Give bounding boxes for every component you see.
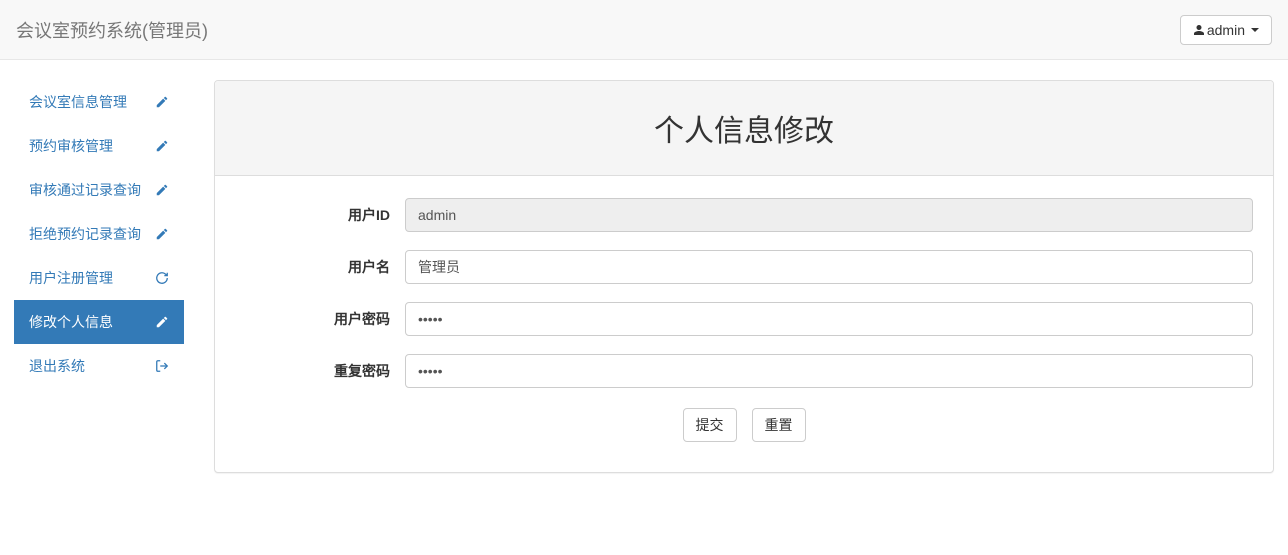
profile-form: 用户ID 用户名 用户密码 重复密码 — [230, 198, 1258, 442]
pencil-icon — [155, 95, 169, 109]
sidebar-item-label: 退出系统 — [29, 356, 85, 376]
form-group-password: 用户密码 — [230, 302, 1258, 336]
navbar-brand[interactable]: 会议室预约系统(管理员) — [16, 17, 208, 43]
sidebar-item-approved-records[interactable]: 审核通过记录查询 — [14, 168, 184, 212]
sidebar-item-label: 会议室信息管理 — [29, 92, 127, 112]
user-icon — [1193, 23, 1205, 37]
panel-body: 用户ID 用户名 用户密码 重复密码 — [215, 176, 1273, 472]
pencil-icon — [155, 315, 169, 329]
password-input[interactable] — [405, 302, 1253, 336]
profile-panel: 个人信息修改 用户ID 用户名 用户密码 — [214, 80, 1274, 473]
page-title: 个人信息修改 — [230, 106, 1258, 150]
sidebar-item-reservation-review[interactable]: 预约审核管理 — [14, 124, 184, 168]
sidebar-item-label: 拒绝预约记录查询 — [29, 224, 141, 244]
user-menu-button[interactable]: admin — [1180, 15, 1272, 45]
sidebar-item-logout[interactable]: 退出系统 — [14, 344, 184, 388]
user-name-label: 用户名 — [230, 257, 405, 277]
form-group-password-confirm: 重复密码 — [230, 354, 1258, 388]
sidebar-item-room-manage[interactable]: 会议室信息管理 — [14, 80, 184, 124]
user-id-label: 用户ID — [230, 205, 405, 225]
reset-button[interactable]: 重置 — [752, 408, 806, 442]
pencil-icon — [155, 139, 169, 153]
sidebar-item-label: 预约审核管理 — [29, 136, 113, 156]
sidebar-item-user-registration[interactable]: 用户注册管理 — [14, 256, 184, 300]
form-actions: 提交 重置 — [230, 408, 1258, 442]
user-menu-label: admin — [1207, 22, 1245, 38]
sidebar-item-label: 修改个人信息 — [29, 312, 113, 332]
navbar: 会议室预约系统(管理员) admin — [0, 0, 1288, 60]
panel-heading: 个人信息修改 — [215, 81, 1273, 176]
user-id-input — [405, 198, 1253, 232]
form-group-user-name: 用户名 — [230, 250, 1258, 284]
password-confirm-label: 重复密码 — [230, 361, 405, 381]
pencil-icon — [155, 183, 169, 197]
password-confirm-input[interactable] — [405, 354, 1253, 388]
pencil-icon — [155, 227, 169, 241]
sidebar-item-label: 用户注册管理 — [29, 268, 113, 288]
refresh-icon — [155, 271, 169, 285]
user-name-input[interactable] — [405, 250, 1253, 284]
sidebar: 会议室信息管理 预约审核管理 审核通过记录查询 拒绝预约记录查询 用户注册管理 — [14, 80, 184, 473]
caret-down-icon — [1251, 28, 1259, 32]
main-content: 个人信息修改 用户ID 用户名 用户密码 — [214, 80, 1274, 473]
logout-icon — [155, 359, 169, 373]
sidebar-item-label: 审核通过记录查询 — [29, 180, 141, 200]
form-group-user-id: 用户ID — [230, 198, 1258, 232]
password-label: 用户密码 — [230, 309, 405, 329]
sidebar-item-edit-profile[interactable]: 修改个人信息 — [14, 300, 184, 344]
submit-button[interactable]: 提交 — [683, 408, 737, 442]
sidebar-item-rejected-records[interactable]: 拒绝预约记录查询 — [14, 212, 184, 256]
